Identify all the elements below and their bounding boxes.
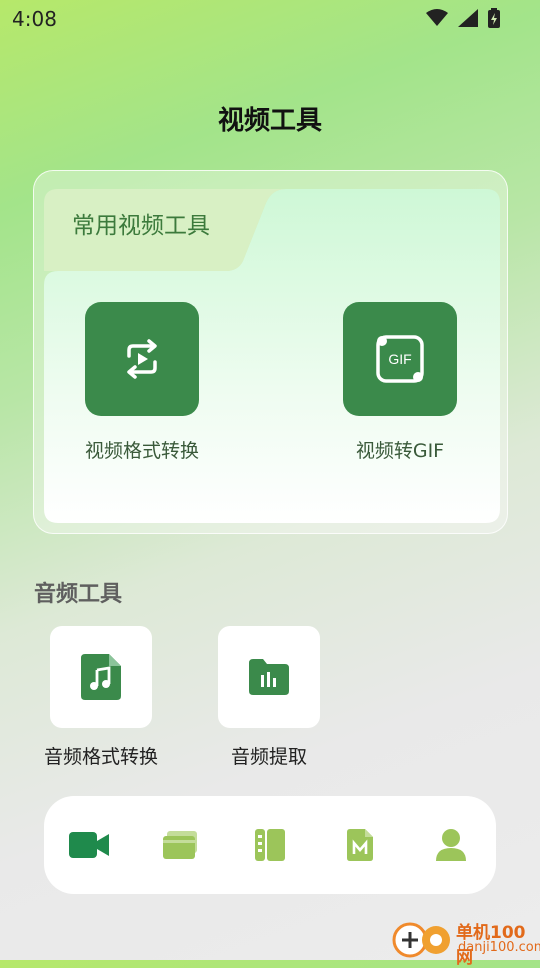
battery-icon [488,8,500,28]
tool-video-format-convert[interactable]: 视频格式转换 [72,302,212,463]
tool-label: 音频格式转换 [43,746,158,768]
watermark-logo-icon [392,922,450,958]
section-title-audio: 音频工具 [34,582,123,607]
status-icons [426,8,500,28]
nav-item-card[interactable] [150,815,210,875]
tool-icon-box[interactable]: GIF [343,302,457,416]
tool-icon-box[interactable] [85,302,199,416]
video-tools-card: 常用视频工具 视频格式转换 GIF 视频转GIF [33,170,508,534]
status-time: 4:08 [12,7,57,31]
tool-label: 音频提取 [230,746,307,768]
card-heading: 常用视频工具 [72,213,210,239]
tool-icon-box[interactable] [50,626,152,728]
m-document-icon [347,829,374,861]
nav-item-profile[interactable] [421,815,481,875]
tool-icon-box[interactable] [218,626,320,728]
nav-item-m-doc[interactable] [330,815,390,875]
nav-item-video[interactable] [59,815,119,875]
page-title: 视频工具 [217,106,322,136]
watermark-url: danji100.com [458,940,540,955]
notebook-icon [254,829,285,861]
signal-icon [458,9,478,27]
repeat-play-icon [127,339,157,379]
wifi-icon [426,9,448,26]
tool-label: 视频转GIF [355,440,445,462]
watermark: 单机100网 danji100.com [392,916,540,968]
music-file-icon [81,654,121,700]
tool-audio-format-convert[interactable]: 音频格式转换 [31,626,171,769]
nav-item-notebook[interactable] [240,815,300,875]
user-icon [435,829,466,861]
video-camera-icon [69,832,110,858]
bottom-nav [44,796,496,894]
tool-video-to-gif[interactable]: GIF 视频转GIF [330,302,470,463]
gif-icon-text: GIF [388,351,411,367]
status-bar: 4:08 [0,0,540,36]
tool-label: 视频格式转换 [84,440,199,462]
tool-audio-extract[interactable]: 音频提取 [199,626,339,769]
card-icon [162,831,197,859]
audio-folder-icon [249,659,289,695]
gif-icon: GIF [376,335,424,383]
